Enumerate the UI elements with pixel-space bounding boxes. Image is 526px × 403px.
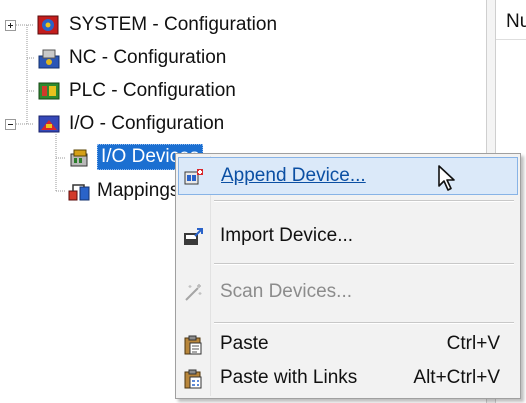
menu-separator	[214, 200, 514, 202]
menu-item-label: Append Device...	[221, 165, 366, 186]
scan-devices-icon	[185, 284, 202, 301]
twincat-window: SYSTEM - Configuration NC - Configuratio…	[0, 0, 526, 403]
menu-item-paste-with-links[interactable]: Paste with Links Alt+Ctrl+V	[178, 360, 518, 398]
tree-node-label: PLC - Configuration	[69, 80, 236, 101]
io-devices-icon	[70, 149, 88, 167]
nc-config-icon	[38, 49, 60, 69]
mouse-cursor-icon	[438, 165, 455, 191]
import-device-icon	[184, 228, 203, 245]
menu-item-label: Paste with Links	[220, 367, 358, 388]
mappings-icon	[68, 184, 90, 201]
system-config-icon	[37, 15, 59, 35]
menu-item-import-device[interactable]: Import Device...	[178, 218, 518, 256]
tree-node-label: NC - Configuration	[69, 47, 227, 68]
menu-item-label: Paste	[220, 333, 269, 354]
collapse-io-button[interactable]	[5, 119, 16, 130]
menu-separator	[214, 322, 514, 324]
tree-node-label: Mappings	[97, 180, 180, 201]
io-config-icon	[38, 115, 60, 133]
paste-icon	[184, 335, 202, 355]
menu-item-paste[interactable]: Paste Ctrl+V	[178, 326, 518, 364]
column-header-number[interactable]: Nu	[496, 0, 526, 40]
menu-item-append-device[interactable]: Append Device...	[178, 157, 518, 195]
menu-item-shortcut: Ctrl+V	[446, 333, 500, 354]
context-menu: Append Device... Import Device... Scan D…	[175, 153, 521, 399]
menu-separator	[214, 263, 514, 265]
menu-item-scan-devices[interactable]: Scan Devices...	[178, 274, 518, 312]
tree-node-label: SYSTEM - Configuration	[69, 14, 278, 35]
tree-node-label: I/O - Configuration	[69, 113, 225, 134]
menu-item-label: Import Device...	[220, 225, 354, 246]
paste-links-icon	[184, 369, 202, 389]
expand-system-button[interactable]	[5, 20, 16, 31]
plc-config-icon	[38, 82, 60, 100]
menu-item-shortcut: Alt+Ctrl+V	[413, 367, 500, 388]
append-device-icon	[184, 169, 203, 185]
menu-item-label: Scan Devices...	[220, 281, 352, 302]
